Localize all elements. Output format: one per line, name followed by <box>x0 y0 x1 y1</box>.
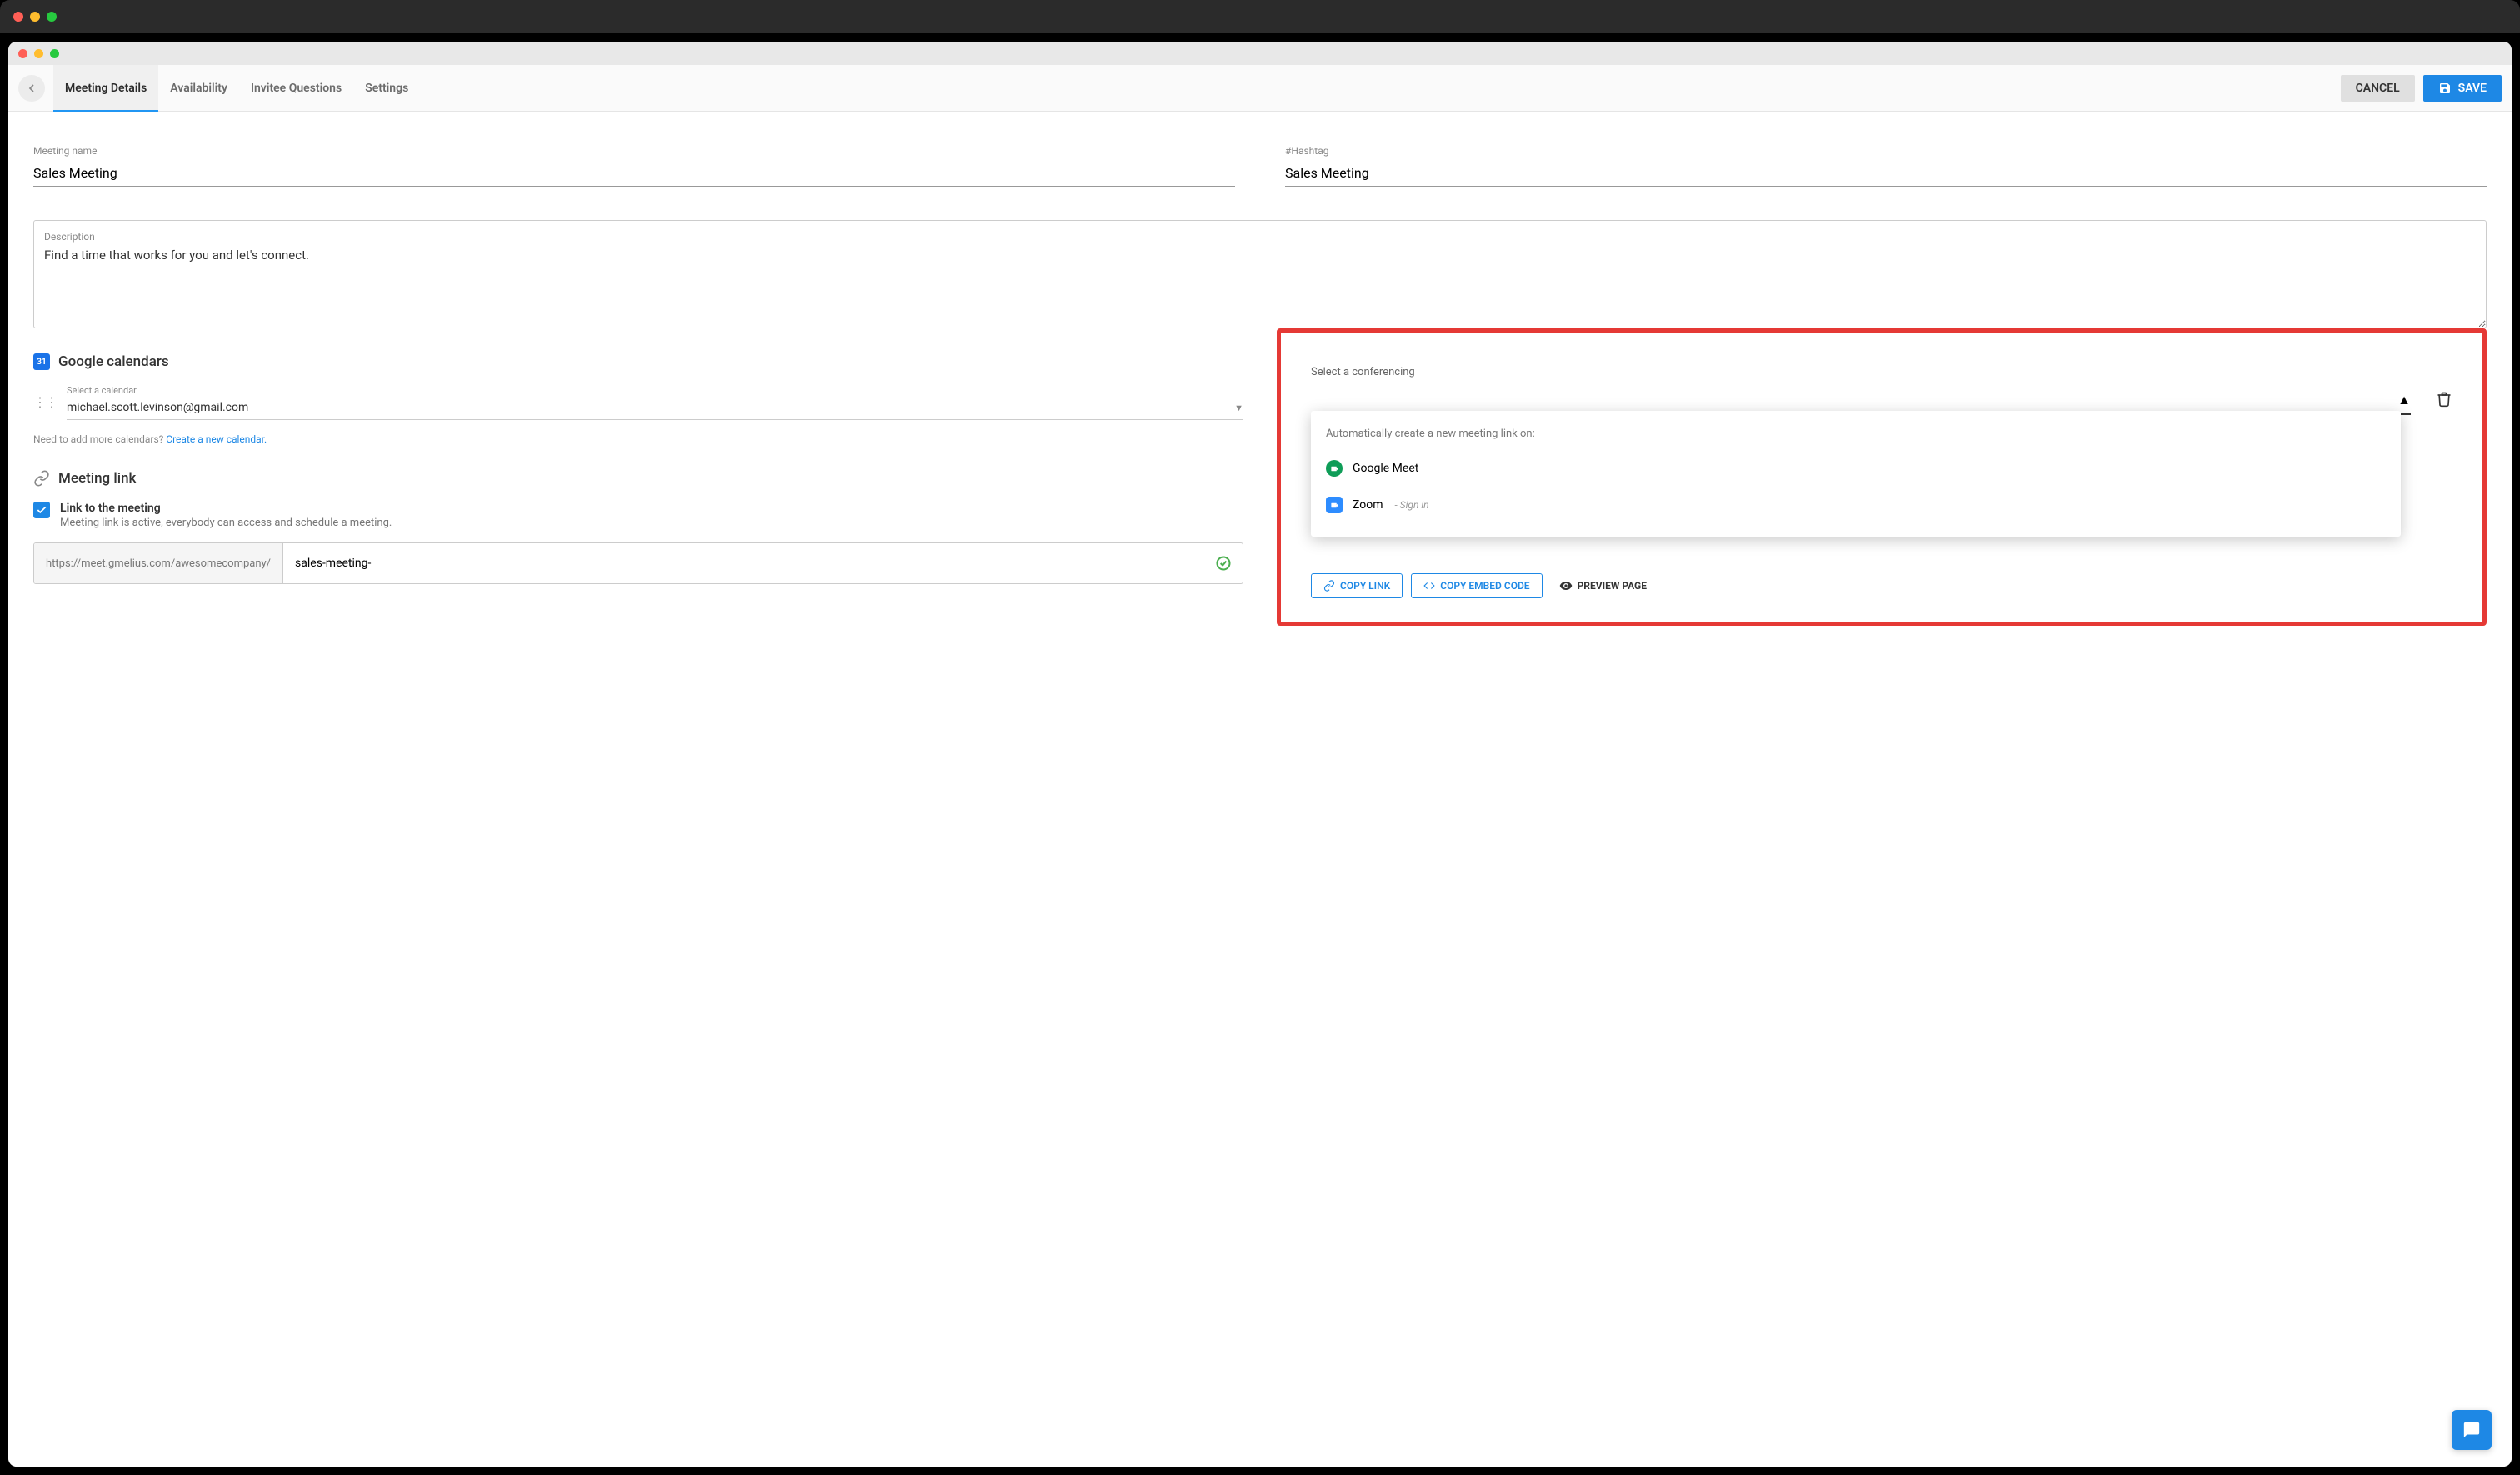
url-valid-icon <box>1204 543 1242 583</box>
two-col: 31 Google calendars ⋮⋮ Select a calendar… <box>33 328 2487 626</box>
save-label: SAVE <box>2458 82 2487 95</box>
copy-link-label: COPY LINK <box>1340 580 1390 592</box>
traffic-min-outer[interactable] <box>30 12 40 22</box>
tabs: Meeting Details Availability Invitee Que… <box>53 65 420 112</box>
option-zoom-label: Zoom <box>1352 498 1383 512</box>
traffic-max-inner[interactable] <box>50 49 59 58</box>
chevron-up-icon: ▲ <box>2398 392 2411 408</box>
drag-handle-icon[interactable]: ⋮⋮ <box>33 396 57 409</box>
chevron-down-icon: ▼ <box>1234 402 1243 413</box>
description-text[interactable]: Find a time that works for you and let's… <box>44 248 2476 262</box>
save-button[interactable]: SAVE <box>2423 75 2502 102</box>
outer-window: Meeting Details Availability Invitee Que… <box>0 0 2520 1475</box>
dropdown-header: Automatically create a new meeting link … <box>1311 424 2401 450</box>
traffic-close-outer[interactable] <box>13 12 23 22</box>
save-icon <box>2438 82 2452 95</box>
tab-invitee-questions[interactable]: Invitee Questions <box>239 65 353 112</box>
outer-titlebar <box>0 0 2520 33</box>
option-zoom[interactable]: Zoom - Sign in <box>1311 487 2401 523</box>
calendar-select-label: Select a calendar <box>67 385 1243 396</box>
option-google-meet-label: Google Meet <box>1352 462 1418 475</box>
traffic-min-inner[interactable] <box>34 49 43 58</box>
url-box: https://meet.gmelius.com/awesomecompany/ <box>33 542 1243 584</box>
meeting-name-field: Meeting name <box>33 145 1235 187</box>
zoom-icon <box>1326 497 1342 513</box>
conferencing-actions: COPY LINK COPY EMBED CODE PREVIEW PAGE <box>1311 573 2452 598</box>
content: Meeting name #Hashtag Description Find a… <box>8 112 2512 659</box>
check-icon <box>36 504 48 516</box>
meeting-name-input[interactable] <box>33 160 1235 187</box>
option-zoom-suffix: - Sign in <box>1395 499 1429 511</box>
link-icon <box>33 470 50 487</box>
name-hashtag-row: Meeting name #Hashtag <box>33 145 2487 187</box>
meeting-link-header: Meeting link <box>33 470 1243 487</box>
copy-embed-label: COPY EMBED CODE <box>1440 580 1529 592</box>
url-slug-input[interactable] <box>283 543 1204 583</box>
code-icon <box>1423 580 1435 592</box>
inner-titlebar <box>8 42 2512 65</box>
create-calendar-link[interactable]: Create a new calendar. <box>166 433 267 445</box>
col-left: 31 Google calendars ⋮⋮ Select a calendar… <box>33 328 1243 626</box>
google-meet-icon <box>1326 460 1342 477</box>
traffic-close-inner[interactable] <box>18 49 28 58</box>
description-box[interactable]: Description Find a time that works for y… <box>33 220 2487 328</box>
calendars-title: Google calendars <box>58 353 169 370</box>
hint-prefix: Need to add more calendars? <box>33 433 166 445</box>
copy-link-button[interactable]: COPY LINK <box>1311 573 1402 598</box>
conferencing-dropdown: Automatically create a new meeting link … <box>1311 411 2401 537</box>
link-small-icon <box>1323 580 1335 592</box>
tab-availability[interactable]: Availability <box>158 65 239 112</box>
trash-icon <box>2436 391 2452 408</box>
calendar-select-value[interactable]: michael.scott.levinson@gmail.com ▼ <box>67 396 1243 420</box>
tab-settings[interactable]: Settings <box>353 65 420 112</box>
copy-embed-button[interactable]: COPY EMBED CODE <box>1411 573 1542 598</box>
link-toggle-sub: Meeting link is active, everybody can ac… <box>60 517 392 529</box>
hashtag-field: #Hashtag <box>1285 145 2487 187</box>
calendars-header: 31 Google calendars <box>33 353 1243 370</box>
option-google-meet[interactable]: Google Meet <box>1311 450 2401 487</box>
calendar-selected: michael.scott.levinson@gmail.com <box>67 401 248 414</box>
conferencing-highlight: Select a conferencing ▲ <box>1277 328 2487 626</box>
description-label: Description <box>44 231 2476 242</box>
link-checkbox[interactable] <box>33 502 50 518</box>
delete-conferencing-button[interactable] <box>2436 391 2452 411</box>
link-toggle-title: Link to the meeting <box>60 502 392 515</box>
arrow-left-icon <box>25 82 38 95</box>
url-prefix: https://meet.gmelius.com/awesomecompany/ <box>34 543 283 583</box>
eye-icon <box>1559 579 1572 592</box>
meeting-name-label: Meeting name <box>33 145 1235 157</box>
calendar-select: Select a calendar michael.scott.levinson… <box>67 385 1243 420</box>
hashtag-input[interactable] <box>1285 160 2487 187</box>
inner-window: Meeting Details Availability Invitee Que… <box>8 42 2512 1467</box>
link-toggle: Link to the meeting Meeting link is acti… <box>33 502 1243 529</box>
inner-area: Meeting Details Availability Invitee Que… <box>0 33 2520 1475</box>
back-button[interactable] <box>18 75 45 102</box>
cancel-button[interactable]: CANCEL <box>2341 75 2415 102</box>
topbar: Meeting Details Availability Invitee Que… <box>8 65 2512 112</box>
traffic-max-outer[interactable] <box>47 12 57 22</box>
chat-icon <box>2462 1421 2481 1439</box>
conferencing-label: Select a conferencing <box>1311 366 2452 378</box>
calendar-row: ⋮⋮ Select a calendar michael.scott.levin… <box>33 385 1243 420</box>
calendar-icon: 31 <box>33 353 50 370</box>
preview-page-label: PREVIEW PAGE <box>1578 580 1647 592</box>
meeting-link-title: Meeting link <box>58 470 136 487</box>
col-right: Select a conferencing ▲ <box>1277 328 2487 626</box>
app-body: Meeting Details Availability Invitee Que… <box>8 65 2512 1467</box>
chat-fab[interactable] <box>2452 1410 2492 1450</box>
hashtag-label: #Hashtag <box>1285 145 2487 157</box>
tab-meeting-details[interactable]: Meeting Details <box>53 65 158 112</box>
calendar-hint: Need to add more calendars? Create a new… <box>33 433 1243 445</box>
preview-page-button[interactable]: PREVIEW PAGE <box>1551 573 1655 598</box>
